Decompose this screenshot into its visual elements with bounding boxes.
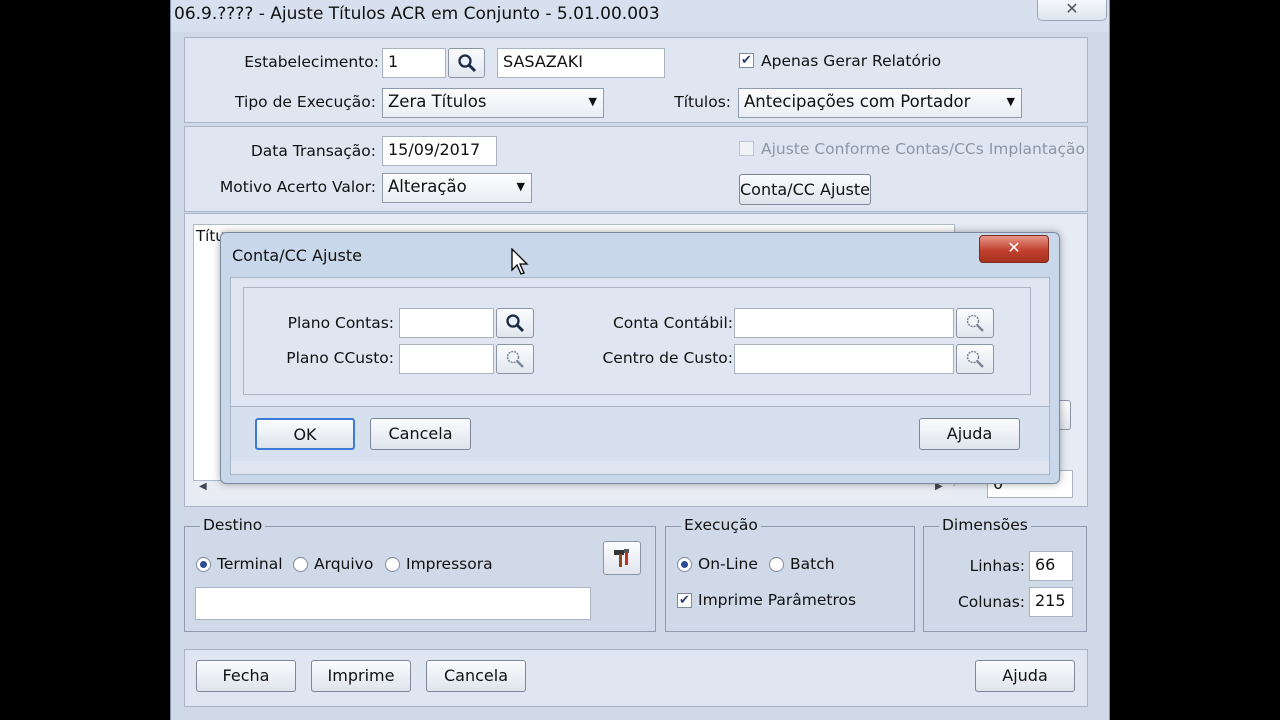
magnifier-icon [457,54,476,73]
destino-impressora-radio[interactable] [385,557,400,572]
tipo-execucao-value: Zera Títulos [388,92,487,111]
conta-cc-dialog: Conta/CC Ajuste ✕ Plano Contas: Plano CC… [220,232,1060,484]
conta-cc-ajuste-button[interactable]: Conta/CC Ajuste [739,174,871,205]
estabelecimento-label: Estabelecimento: [244,53,379,71]
plano-ccusto-label: Plano CCusto: [286,349,394,367]
mouse-cursor-icon [511,248,529,275]
dimensoes-title: Dimensões [939,516,1031,534]
destino-impressora-label: Impressora [406,555,493,573]
destino-terminal-label: Terminal [217,555,283,573]
dialog-ajuda-button[interactable]: Ajuda [919,418,1020,450]
footer-ajuda-button[interactable]: Ajuda [975,660,1075,692]
dialog-ok-button[interactable]: OK [255,418,355,450]
dialog-fields-panel [243,287,1031,395]
tools-icon [614,549,629,567]
imprime-button[interactable]: Imprime [311,660,411,692]
estabelecimento-search-button[interactable] [448,48,485,78]
apenas-gerar-checkbox[interactable]: ✔ [739,53,754,68]
dialog-body: Plano Contas: Plano CCusto: Conta Contáb… [230,277,1050,475]
execucao-title: Execução [681,516,761,534]
estabelecimento-name-field: SASAZAKI [497,48,665,78]
destino-arquivo-radio[interactable] [293,557,308,572]
linhas-label: Linhas: [969,557,1025,575]
destino-terminal-radio[interactable] [196,557,211,572]
footer-cancela-button[interactable]: Cancela [426,660,526,692]
execucao-group [665,526,915,632]
window-title: 06.9.???? - Ajuste Títulos ACR em Conjun… [174,4,660,24]
title-bar: 06.9.???? - Ajuste Títulos ACR em Conjun… [171,0,1109,32]
destino-arquivo-label: Arquivo [314,555,374,573]
conta-contabil-input[interactable] [734,308,954,338]
dialog-close-button[interactable]: ✕ [979,235,1049,263]
destino-file-input[interactable] [195,587,591,620]
fecha-button[interactable]: Fecha [196,660,296,692]
plano-contas-label: Plano Contas: [287,314,394,332]
estabelecimento-input[interactable]: 1 [382,48,446,78]
magnifier-disabled-icon [966,314,984,332]
titulos-value: Antecipações com Portador [744,92,971,111]
conta-contabil-search-button[interactable] [956,308,994,338]
destino-title: Destino [200,516,266,534]
motivo-label: Motivo Acerto Valor: [219,178,376,196]
imprime-parametros-checkbox[interactable]: ✔ [677,593,692,608]
motivo-select[interactable]: Alteração ▼ [382,173,532,203]
dialog-title: Conta/CC Ajuste [232,246,362,265]
window-close-button[interactable]: ✕ [1037,0,1107,21]
magnifier-icon [506,314,525,333]
colunas-input[interactable]: 215 [1029,587,1073,617]
execucao-online-label: On-Line [698,555,758,573]
execucao-batch-label: Batch [790,555,835,573]
plano-contas-input[interactable] [399,308,494,338]
ajuste-conforme-checkbox[interactable] [739,141,754,156]
transaction-panel [184,126,1088,212]
titulos-label: Títulos: [674,93,731,111]
grid-scroll-left-icon[interactable]: ◀ [199,481,207,492]
ajuste-conforme-label: Ajuste Conforme Contas/CCs Implantação [761,140,1085,158]
tipo-execucao-select[interactable]: Zera Títulos ▼ [382,88,604,118]
tipo-execucao-label: Tipo de Execução: [235,93,376,111]
dropdown-arrow-icon: ▼ [1006,95,1015,108]
motivo-value: Alteração [388,177,467,196]
plano-ccusto-search-button[interactable] [496,344,534,374]
magnifier-disabled-icon [966,350,984,368]
centro-custo-search-button[interactable] [956,344,994,374]
data-transacao-input[interactable]: 15/09/2017 [382,136,497,166]
execucao-batch-radio[interactable] [769,557,784,572]
titulos-select[interactable]: Antecipações com Portador ▼ [738,88,1022,118]
colunas-label: Colunas: [957,593,1025,611]
centro-custo-input[interactable] [734,344,954,374]
centro-custo-label: Centro de Custo: [602,349,733,367]
plano-contas-search-button[interactable] [496,308,534,338]
plano-ccusto-input[interactable] [399,344,494,374]
dialog-cancela-button[interactable]: Cancela [370,418,471,450]
dropdown-arrow-icon: ▼ [588,95,597,108]
apenas-gerar-label: Apenas Gerar Relatório [761,52,942,70]
magnifier-disabled-icon [506,350,524,368]
dropdown-arrow-icon: ▼ [516,180,525,193]
imprime-parametros-label: Imprime Parâmetros [698,591,857,609]
conta-contabil-label: Conta Contábil: [612,314,733,332]
execucao-online-radio[interactable] [677,557,692,572]
printer-setup-button[interactable] [603,541,641,575]
data-transacao-label: Data Transação: [250,142,376,160]
linhas-input[interactable]: 66 [1029,551,1073,581]
